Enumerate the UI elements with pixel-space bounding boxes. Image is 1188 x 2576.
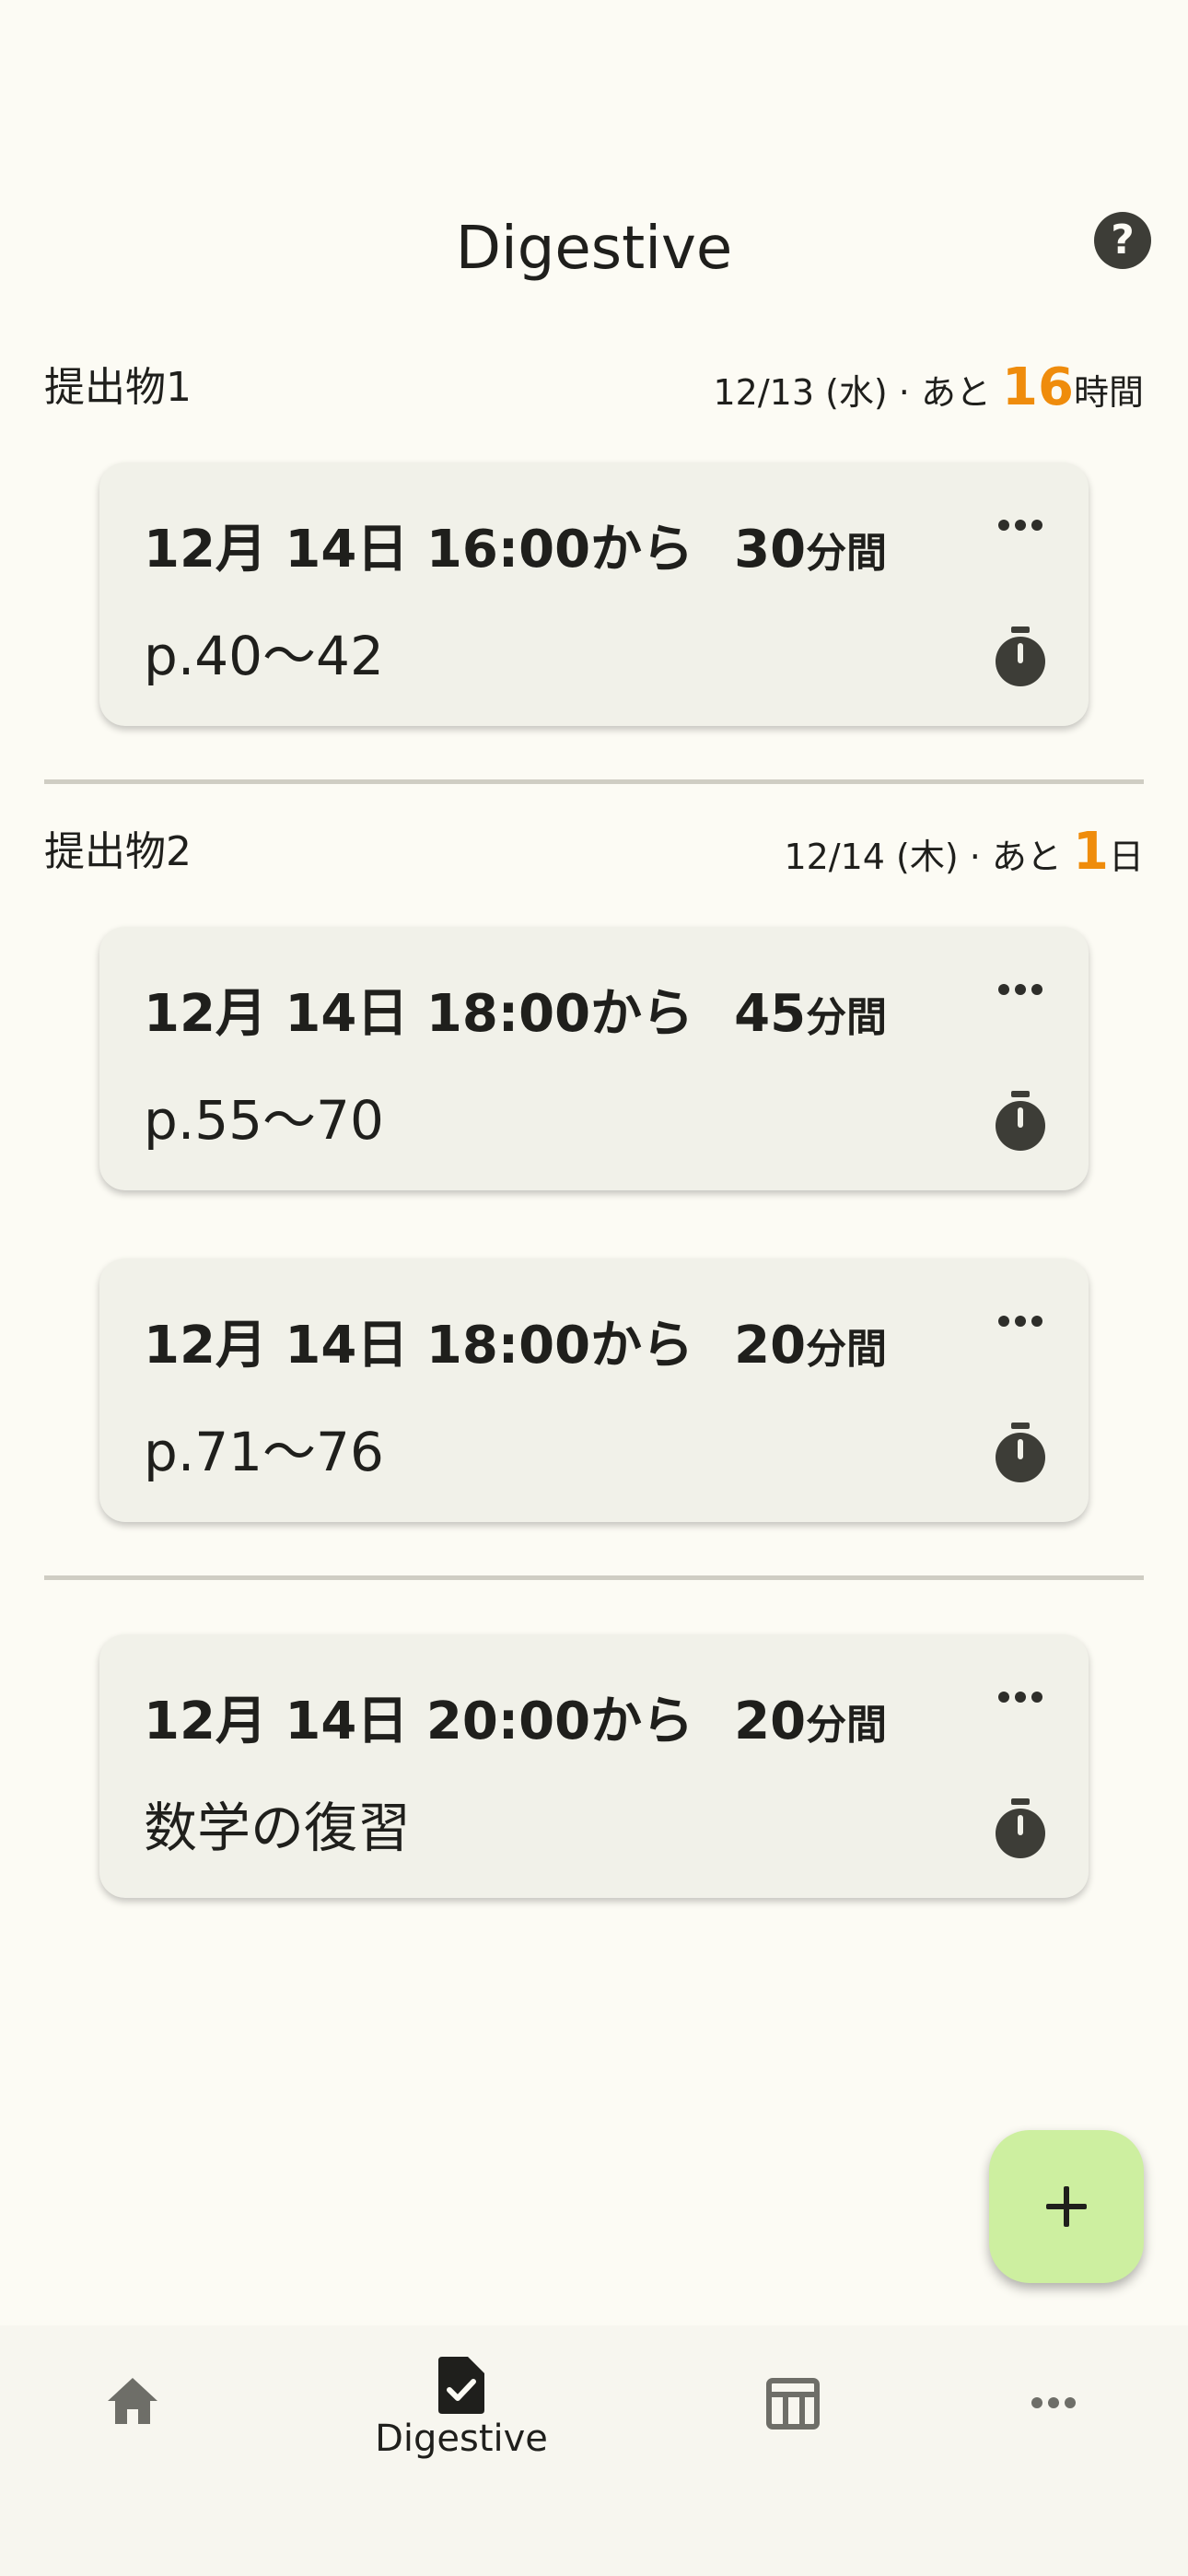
assignment-check-icon [438,2357,484,2414]
deadline-count: 1 [1073,822,1109,882]
section-header: 提出物1 12/13 (水) · あと 16時間 [44,356,1144,420]
nav-digestive[interactable]: Digestive [313,2325,610,2576]
more-icon[interactable] [996,1314,1044,1329]
section-name: 提出物1 [44,364,192,411]
nav-label: Digestive [375,2418,548,2460]
bottom-nav: Digestive [0,2325,1188,2576]
add-task-button[interactable] [989,2130,1144,2283]
deadline-unit: 時間 [1073,372,1144,413]
home-icon [108,2378,157,2424]
deadline-date: 12/14 (木) · あと [784,837,1074,877]
task-date: 12月 14日 [144,1692,409,1751]
page-title: Digestive [455,215,733,283]
deadline: 12/14 (木) · あと 1日 [784,820,1144,889]
task-date: 12月 14日 [144,1316,409,1376]
task-duration-unit: 分間 [806,1326,888,1373]
nav-more[interactable] [891,2325,1188,2576]
task-duration-unit: 分間 [806,530,888,577]
section-divider [44,1575,1144,1580]
task-card[interactable]: 12月 14日 20:00から 20分間 数学の復習 [99,1634,1089,1898]
task-date: 12月 14日 [144,520,409,580]
more-icon[interactable] [996,982,1044,997]
more-horizontal-icon [1031,2397,1076,2408]
timer-icon[interactable] [993,1421,1048,1483]
plus-icon [1046,2186,1087,2227]
task-start: 20:00から [425,1692,694,1751]
task-title: p.55〜70 [144,1089,384,1152]
deadline-unit: 日 [1108,837,1144,877]
task-date: 12月 14日 [144,984,409,1044]
task-schedule: 12月 14日 18:00から 45分間 [144,973,887,1060]
task-schedule: 12月 14日 18:00から 20分間 [144,1305,887,1391]
task-duration-unit: 分間 [806,1702,888,1749]
task-title: p.71〜76 [144,1421,384,1483]
section-divider [44,779,1144,784]
section-header: 提出物2 12/14 (木) · あと 1日 [44,820,1144,884]
timer-icon[interactable] [993,625,1048,687]
more-icon[interactable] [996,1690,1044,1704]
deadline-date: 12/13 (水) · あと [713,372,1003,413]
task-duration: 20 [734,1692,807,1751]
task-duration: 20 [734,1316,807,1376]
table-icon [766,2378,820,2430]
timer-icon[interactable] [993,1089,1048,1152]
task-title: p.40〜42 [144,625,384,687]
timer-icon[interactable] [993,1797,1048,1859]
task-card[interactable]: 12月 14日 18:00から 20分間 p.71〜76 [99,1259,1089,1522]
task-schedule: 12月 14日 20:00から 20分間 [144,1680,887,1767]
nav-home[interactable] [0,2325,297,2576]
task-start: 18:00から [425,984,694,1044]
task-duration: 30 [734,520,807,580]
deadline-count: 16 [1002,357,1074,417]
task-start: 18:00から [425,1316,694,1376]
task-card[interactable]: 12月 14日 18:00から 45分間 p.55〜70 [99,927,1089,1190]
task-start: 16:00から [425,520,694,580]
app-header: Digestive [0,203,1188,295]
task-schedule: 12月 14日 16:00から 30分間 [144,509,887,595]
deadline: 12/13 (水) · あと 16時間 [713,356,1144,425]
task-duration-unit: 分間 [806,994,888,1041]
task-title: 数学の復習 [144,1797,412,1859]
task-card[interactable]: 12月 14日 16:00から 30分間 p.40〜42 [99,463,1089,726]
help-icon[interactable]: ? [1094,212,1151,269]
task-duration: 45 [734,984,807,1044]
section-name: 提出物2 [44,828,192,875]
more-icon[interactable] [996,518,1044,533]
